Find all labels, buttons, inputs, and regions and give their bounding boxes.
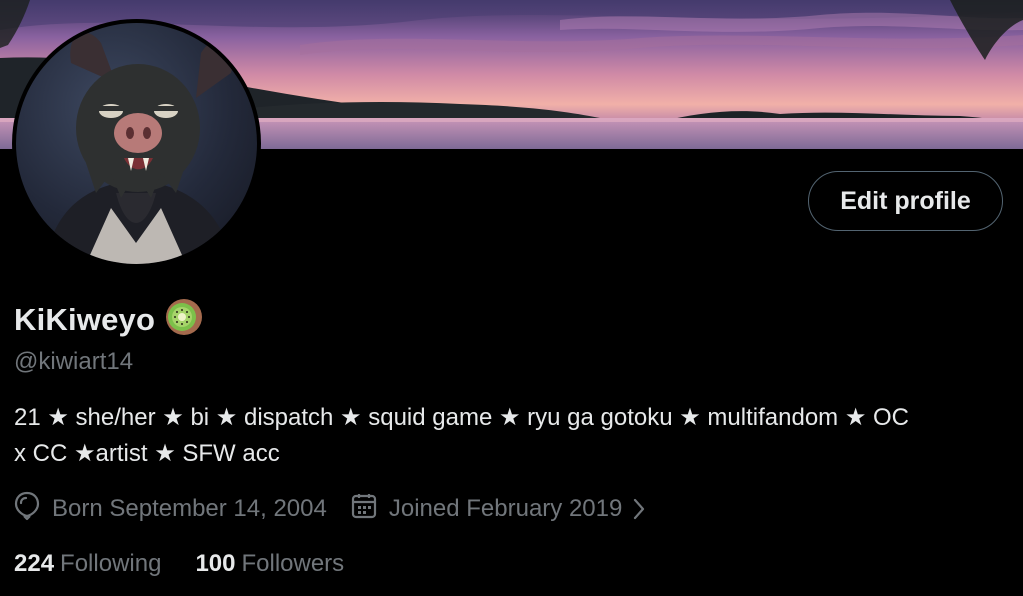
profile-name-row: KiKiweyo — [14, 298, 203, 341]
following-count: 224 — [14, 550, 55, 577]
display-name: KiKiweyo — [14, 301, 156, 337]
followers-count: 100 — [195, 550, 236, 577]
balloon-icon — [14, 491, 52, 528]
following-link[interactable]: 224 Following — [14, 550, 161, 578]
joined-item[interactable]: Joined February 2019 — [351, 493, 658, 526]
bio-line: x CC ★artist ★ SFW acc — [14, 440, 280, 467]
avatar-bat-character-image — [46, 32, 234, 264]
profile-handle: @kiwiart14 — [14, 348, 134, 375]
avatar-border[interactable] — [12, 19, 261, 268]
followers-link[interactable]: 100 Followers — [195, 550, 344, 578]
follow-stats-row: 224 Following 100 Followers — [14, 547, 344, 581]
joined-text: Joined February 2019 — [388, 495, 623, 522]
followers-label: Followers — [241, 550, 345, 577]
avatar[interactable] — [16, 23, 257, 264]
bio-line: 21 ★ she/her ★ bi ★ dispatch ★ squid gam… — [14, 404, 910, 431]
birthday-text: Born September 14, 2004 — [52, 495, 327, 522]
edit-profile-button[interactable]: Edit profile — [808, 171, 1003, 231]
profile-meta-row: Born September 14, 2004 Joined February … — [14, 491, 658, 527]
profile-page: Edit profile KiKiweyo @kiwiart14 21 ★ sh… — [0, 0, 1023, 596]
following-label: Following — [60, 550, 162, 577]
calendar-icon — [351, 493, 389, 526]
chevron-right-icon[interactable] — [632, 498, 658, 520]
kiwi-fruit-emoji-icon — [165, 298, 203, 341]
birthday-item: Born September 14, 2004 — [14, 491, 327, 528]
profile-bio: 21 ★ she/her ★ bi ★ dispatch ★ squid gam… — [14, 400, 1004, 472]
